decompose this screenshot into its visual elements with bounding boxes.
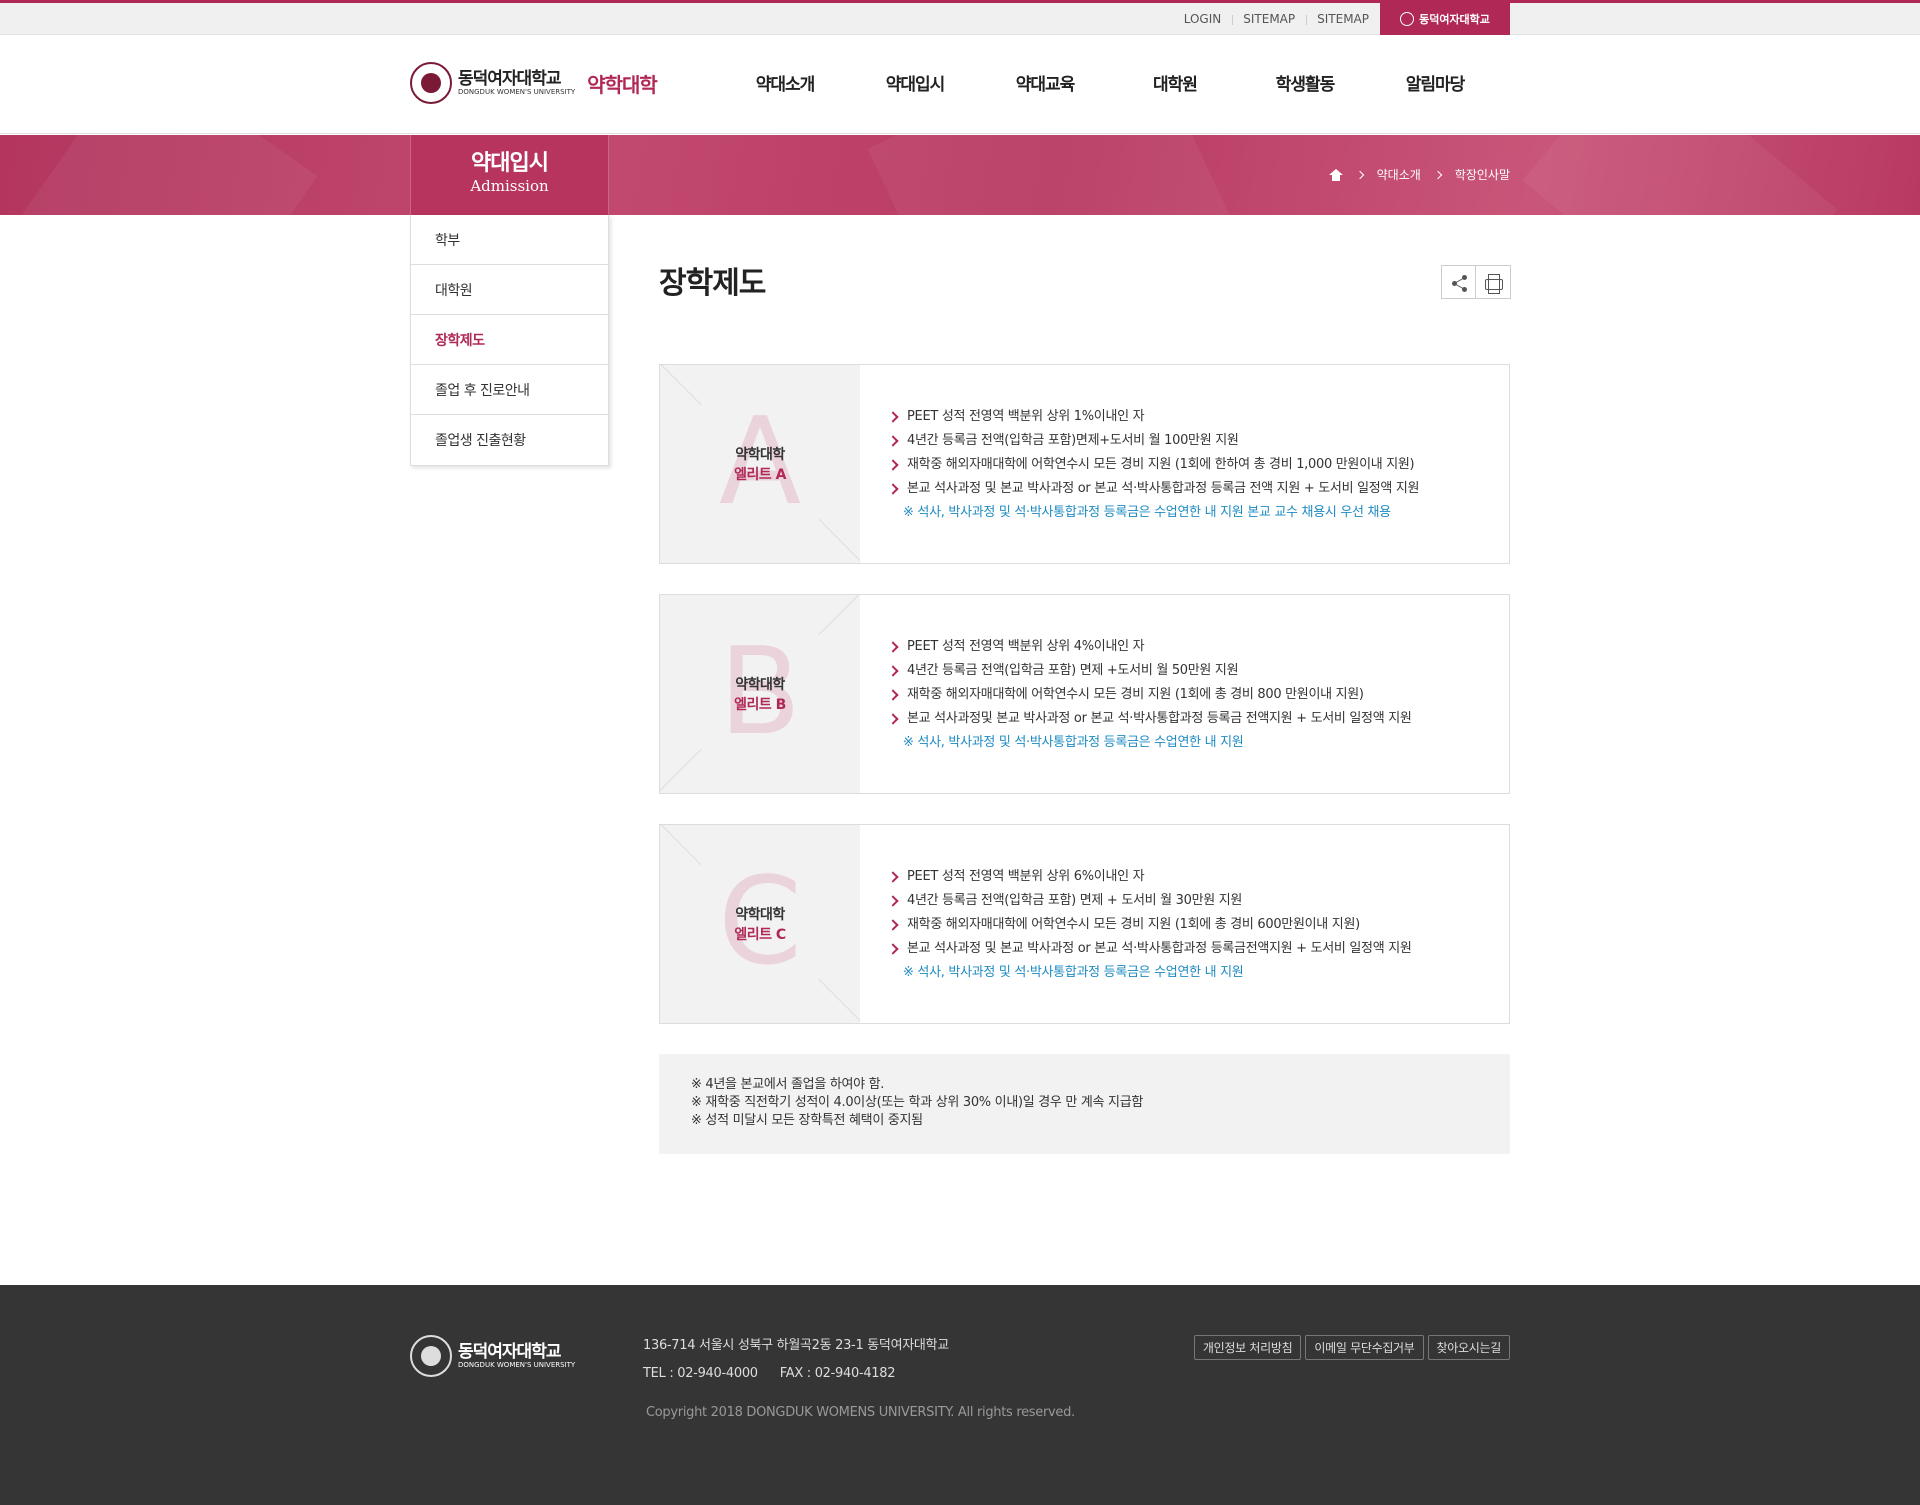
site-footer: 동덕여자대학교 DONGDUK WOMEN'S UNIVERSITY 136-7…: [0, 1285, 1920, 1505]
breadcrumb-item[interactable]: 약대소개: [1377, 166, 1421, 183]
scholarship-college: 약학대학: [735, 907, 785, 923]
directions-link[interactable]: 찾아오시는길: [1427, 1335, 1510, 1360]
sub-visual-band: [0, 135, 1920, 215]
scholarship-note: ※ 석사, 박사과정 및 석·박사통합과정 등록금은 수업연한 내 지원: [903, 965, 1244, 980]
login-link[interactable]: LOGIN: [1173, 12, 1233, 26]
privacy-policy-link[interactable]: 개인정보 처리방침: [1193, 1335, 1302, 1360]
footer-logo: 동덕여자대학교 DONGDUK WOMEN'S UNIVERSITY: [410, 1335, 575, 1377]
fax-text: FAX : 02-940-4182: [779, 1366, 896, 1381]
nav-item-about[interactable]: 약대소개: [720, 70, 850, 95]
scholarship-card-label: B 약학대학 엘리트 B: [660, 595, 860, 793]
nav-item-student-activities[interactable]: 학생활동: [1240, 70, 1370, 95]
nav-item-graduate-school[interactable]: 대학원: [1110, 70, 1240, 95]
nav-item-education[interactable]: 약대교육: [980, 70, 1110, 95]
scholarship-card: A 약학대학 엘리트 A PEET 성적 전영역 백분위 상위 1%이내인 자 …: [659, 364, 1510, 564]
section-title-box: 약대입시 Admission: [410, 135, 609, 215]
list-item: 재학중 해외자매대학에 어학연수시 모든 경비 지원 (1회에 한하여 총 경비…: [887, 453, 1419, 477]
list-item: PEET 성적 전영역 백분위 상위 6%이내인 자: [887, 865, 1412, 889]
notice-line: ※ 재학중 직전학기 성적이 4.0이상(또는 학과 상위 30% 이내)일 경…: [691, 1095, 1144, 1110]
site-logo[interactable]: 동덕여자대학교 DONGDUK WOMEN'S UNIVERSITY 약학대학: [410, 62, 658, 104]
section-title-english: Admission: [470, 177, 549, 195]
copyright-text: Copyright 2018 DONGDUK WOMENS UNIVERSITY…: [646, 1405, 1075, 1420]
scholarship-note: ※ 석사, 박사과정 및 석·박사통합과정 등록금은 수업연한 내 지원: [903, 735, 1244, 750]
top-utility-bar: LOGIN SITEMAP SITEMAP 동덕여자대학교: [0, 0, 1920, 35]
side-nav-item-graduate[interactable]: 대학원: [411, 265, 608, 315]
scholarship-tier: 엘리트 C: [734, 927, 786, 943]
utility-links: LOGIN SITEMAP SITEMAP 동덕여자대학교: [1173, 3, 1510, 35]
scholarship-tier: 엘리트 B: [734, 697, 786, 713]
breadcrumb: 약대소개 학장인사말: [1328, 166, 1510, 183]
print-icon[interactable]: [1476, 265, 1511, 299]
scholarship-benefit-list: PEET 성적 전영역 백분위 상위 1%이내인 자 4년간 등록금 전액(입학…: [887, 405, 1420, 525]
scholarship-card: C 약학대학 엘리트 C PEET 성적 전영역 백분위 상위 6%이내인 자 …: [659, 824, 1510, 1024]
university-seal-icon: [410, 1335, 452, 1377]
notice-line: ※ 성적 미달시 모든 장학특전 혜택이 중지됨: [691, 1113, 923, 1128]
side-nav-item-career-guide[interactable]: 졸업 후 진로안내: [411, 365, 608, 415]
list-item: 4년간 등록금 전액(입학금 포함)면제+도서비 월 100만원 지원: [887, 429, 1419, 453]
university-seal-icon: [410, 62, 452, 104]
decorative-shape: [867, 135, 1233, 215]
scholarship-tier: 엘리트 A: [734, 467, 786, 483]
decorative-shape: [22, 135, 318, 215]
footer-logo-english-name: DONGDUK WOMEN'S UNIVERSITY: [458, 1360, 576, 1369]
logo-korean-name: 동덕여자대학교: [458, 68, 561, 89]
decorative-shape: [1522, 135, 1838, 215]
scholarship-college: 약학대학: [735, 677, 785, 693]
nav-item-admission[interactable]: 약대입시: [850, 70, 980, 95]
section-title-korean: 약대입시: [471, 151, 549, 176]
scholarship-notice-box: ※ 4년을 본교에서 졸업을 하여야 함. ※ 재학중 직전학기 성적이 4.0…: [659, 1054, 1510, 1154]
page-title: 장학제도: [659, 266, 766, 301]
sitemap-link[interactable]: SITEMAP: [1232, 12, 1306, 26]
university-seal-icon: [1400, 12, 1415, 26]
list-item: PEET 성적 전영역 백분위 상위 1%이내인 자: [887, 405, 1419, 429]
page-tools: [1441, 265, 1511, 299]
email-refusal-link[interactable]: 이메일 무단수집거부: [1305, 1335, 1424, 1360]
footer-logo-korean-name: 동덕여자대학교: [458, 1341, 561, 1362]
college-name: 약학대학: [587, 72, 658, 97]
list-item: 본교 석사과정 및 본교 박사과정 or 본교 석·박사통합과정 등록금 전액 …: [887, 477, 1420, 501]
notice-line: ※ 4년을 본교에서 졸업을 하여야 함.: [691, 1077, 885, 1092]
footer-links: 개인정보 처리방침 이메일 무단수집거부 찾아오시는길: [1193, 1335, 1510, 1360]
nav-item-notices[interactable]: 알림마당: [1370, 70, 1500, 95]
list-item: 4년간 등록금 전액(입학금 포함) 면제 + 도서비 월 30만원 지원: [887, 889, 1412, 913]
scholarship-card-label: A 약학대학 엘리트 A: [660, 365, 860, 563]
site-header: 동덕여자대학교 DONGDUK WOMEN'S UNIVERSITY 약학대학 …: [0, 35, 1920, 134]
breadcrumb-current[interactable]: 학장인사말: [1455, 166, 1510, 183]
side-navigation: 학부 대학원 장학제도 졸업 후 진로안내 졸업생 진출현황: [410, 215, 609, 466]
logo-english-name: DONGDUK WOMEN'S UNIVERSITY: [458, 87, 576, 96]
list-item: 재학중 해외자매대학에 어학연수시 모든 경비 지원 (1회에 총 경비 800…: [887, 683, 1412, 707]
side-nav-item-undergraduate[interactable]: 학부: [411, 215, 608, 265]
footer-address: 136-714 서울시 성북구 하월곡2동 23-1 동덕여자대학교 TEL :…: [643, 1332, 949, 1388]
list-item: 본교 석사과정및 본교 박사과정 or 본교 석·박사통합과정 등록금 전액지원…: [887, 707, 1412, 731]
share-icon[interactable]: [1441, 265, 1476, 299]
list-item: 재학중 해외자매대학에 어학연수시 모든 경비 지원 (1회에 총 경비 600…: [887, 913, 1412, 937]
side-nav-item-alumni-status[interactable]: 졸업생 진출현황: [411, 415, 608, 465]
chevron-right-icon: [1355, 170, 1364, 179]
list-item: 본교 석사과정 및 본교 박사과정 or 본교 석·박사통합과정 등록금전액지원…: [887, 937, 1412, 961]
list-item: 4년간 등록금 전액(입학금 포함) 면제 +도서비 월 50만원 지원: [887, 659, 1412, 683]
side-nav-item-scholarship[interactable]: 장학제도: [411, 315, 608, 365]
sitemap-link-2[interactable]: SITEMAP: [1306, 12, 1380, 26]
university-home-label: 동덕여자대학교: [1419, 13, 1490, 26]
chevron-right-icon: [1433, 170, 1443, 179]
scholarship-card-label: C 약학대학 엘리트 C: [660, 825, 860, 1023]
scholarship-card: B 약학대학 엘리트 B PEET 성적 전영역 백분위 상위 4%이내인 자 …: [659, 594, 1510, 794]
main-navigation: 약대소개 약대입시 약대교육 대학원 학생활동 알림마당: [720, 70, 1500, 95]
scholarship-college: 약학대학: [735, 447, 785, 463]
home-icon[interactable]: [1328, 168, 1343, 181]
address-text: 136-714 서울시 성북구 하월곡2동 23-1 동덕여자대학교: [643, 1338, 949, 1353]
scholarship-benefit-list: PEET 성적 전영역 백분위 상위 6%이내인 자 4년간 등록금 전액(입학…: [887, 865, 1412, 985]
list-item: PEET 성적 전영역 백분위 상위 4%이내인 자: [887, 635, 1412, 659]
scholarship-benefit-list: PEET 성적 전영역 백분위 상위 4%이내인 자 4년간 등록금 전액(입학…: [887, 635, 1412, 755]
university-home-button[interactable]: 동덕여자대학교: [1380, 3, 1510, 35]
scholarship-note: ※ 석사, 박사과정 및 석·박사통합과정 등록금은 수업연한 내 지원 본교 …: [903, 505, 1391, 520]
telephone-text: TEL : 02-940-4000: [643, 1366, 758, 1381]
